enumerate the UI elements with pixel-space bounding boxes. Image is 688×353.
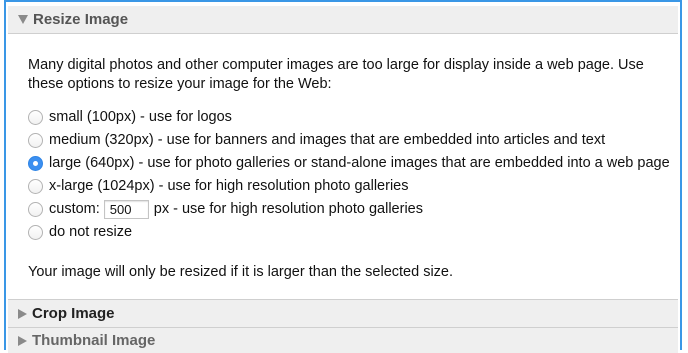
expand-triangle-icon	[18, 335, 27, 346]
option-label-medium: medium (320px) - use for banners and ima…	[49, 132, 606, 148]
radio-custom[interactable]	[28, 202, 43, 217]
resize-option-large[interactable]: large (640px) - use for photo galleries …	[28, 152, 670, 175]
expand-triangle-icon	[18, 308, 27, 319]
crop-image-panel-header[interactable]: Crop Image	[8, 299, 678, 327]
custom-prefix-label: custom:	[49, 201, 100, 217]
custom-suffix-label: px - use for high resolution photo galle…	[153, 201, 423, 217]
radio-x-large[interactable]	[28, 179, 43, 194]
option-label-large: large (640px) - use for photo galleries …	[49, 155, 670, 171]
resize-option-x-large[interactable]: x-large (1024px) - use for high resoluti…	[28, 175, 668, 198]
thumbnail-image-title: Thumbnail Image	[32, 332, 156, 349]
resize-intro-text: Many digital photos and other computer i…	[28, 57, 644, 92]
resize-note-text: Your image will only be resized if it is…	[28, 264, 454, 280]
resize-option-none[interactable]: do not resize	[28, 221, 668, 244]
resize-option-small[interactable]: small (100px) - use for logos	[28, 106, 668, 129]
image-options-frame: Resize Image Many digital photos and oth…	[4, 0, 682, 353]
option-label-x-large: x-large (1024px) - use for high resoluti…	[49, 178, 409, 194]
resize-image-panel-body: Many digital photos and other computer i…	[28, 56, 670, 297]
thumbnail-image-panel-header[interactable]: Thumbnail Image	[8, 327, 678, 353]
radio-medium[interactable]	[28, 133, 43, 148]
radio-large[interactable]	[28, 156, 43, 171]
radio-do-not-resize[interactable]	[28, 225, 43, 240]
collapse-triangle-icon	[18, 15, 28, 24]
resize-option-custom[interactable]: custom: px - use for high resolution pho…	[28, 198, 668, 221]
resize-options-group: small (100px) - use for logos medium (32…	[28, 106, 670, 244]
radio-small[interactable]	[28, 110, 43, 125]
resize-option-medium[interactable]: medium (320px) - use for banners and ima…	[28, 129, 668, 152]
option-label-do-not-resize: do not resize	[49, 224, 133, 240]
resize-image-title: Resize Image	[33, 11, 129, 28]
custom-size-input[interactable]	[103, 200, 149, 219]
crop-image-title: Crop Image	[32, 305, 115, 322]
option-label-small: small (100px) - use for logos	[49, 109, 232, 125]
resize-image-panel-header[interactable]: Resize Image	[8, 6, 678, 34]
